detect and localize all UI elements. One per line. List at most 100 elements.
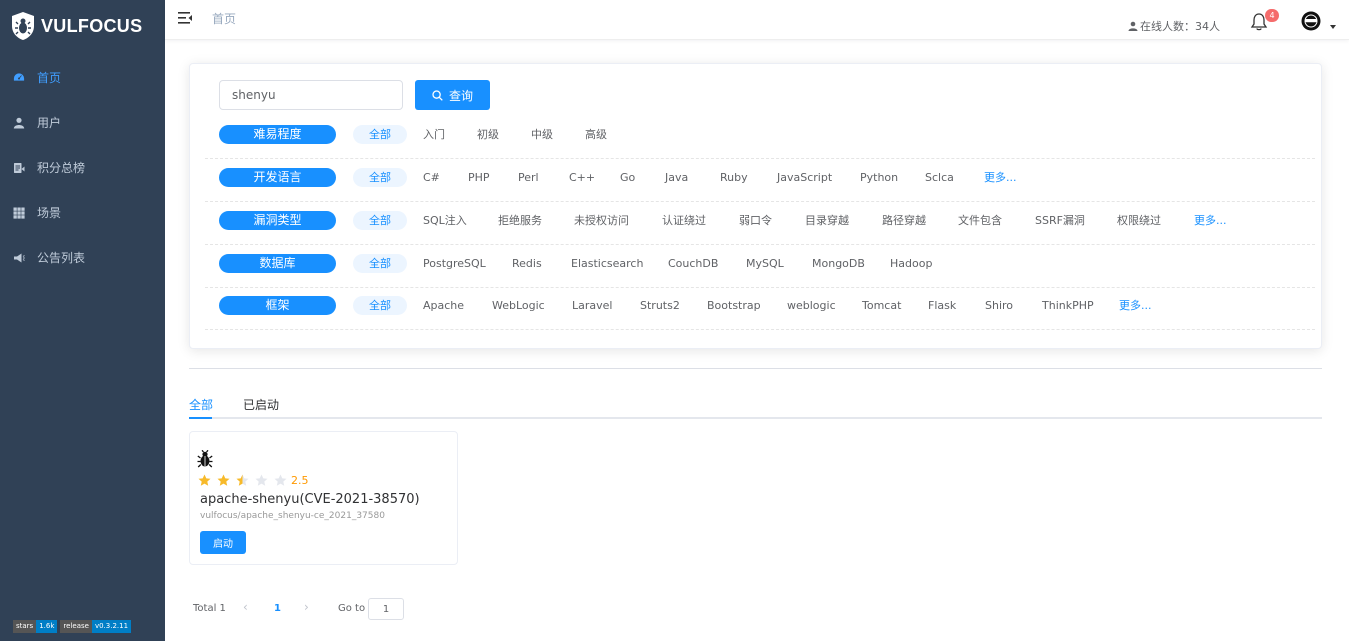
filter-option[interactable]: 认证绕过 <box>662 211 706 230</box>
chevron-right-icon[interactable]: › <box>304 600 309 614</box>
sidebar-item-1[interactable]: 用户 <box>0 100 165 145</box>
filter-option[interactable]: Laravel <box>572 296 612 315</box>
filter-option[interactable]: Python <box>860 168 898 187</box>
tab-started[interactable]: 已启动 <box>243 396 279 413</box>
sidebar-item-label: 积分总榜 <box>37 161 86 175</box>
filter-option[interactable]: CouchDB <box>668 254 718 273</box>
filter-option[interactable]: Bootstrap <box>707 296 761 315</box>
filter-option[interactable]: 入门 <box>423 125 445 144</box>
filter-option[interactable]: Hadoop <box>890 254 932 273</box>
filter-option[interactable]: JavaScript <box>777 168 832 187</box>
filter-option[interactable]: Ruby <box>720 168 748 187</box>
start-button[interactable]: 启动 <box>200 531 246 554</box>
ranking-icon <box>14 162 25 173</box>
filter-option[interactable]: Struts2 <box>640 296 680 315</box>
section-divider <box>189 368 1322 369</box>
filter-option[interactable]: Flask <box>928 296 956 315</box>
filter-option[interactable]: Java <box>665 168 688 187</box>
filter-option[interactable]: WebLogic <box>492 296 545 315</box>
filter-more-link[interactable]: 更多... <box>1194 211 1227 230</box>
search-button[interactable]: 查询 <box>415 80 490 110</box>
filter-option[interactable]: 弱口令 <box>739 211 772 230</box>
filter-option[interactable]: 初级 <box>477 125 499 144</box>
filter-option[interactable]: Redis <box>512 254 542 273</box>
filter-option[interactable]: C++ <box>569 168 595 187</box>
megaphone-icon <box>14 253 25 262</box>
filter-option[interactable]: 权限绕过 <box>1117 211 1161 230</box>
sidebar: VULFOCUS 首页用户积分总榜场景公告列表 stars 1.6k relea… <box>0 0 165 641</box>
filter-row: 数据库 全部 PostgreSQL Redis Elasticsearch CouchDB… <box>205 245 1315 288</box>
filter-option[interactable]: PHP <box>468 168 490 187</box>
filter-category-label: 数据库 <box>219 254 336 273</box>
goto-label: Go to <box>338 603 366 614</box>
search-input[interactable] <box>219 80 403 110</box>
badge-left: release <box>60 620 92 633</box>
filter-option-all[interactable]: 全部 <box>353 254 407 273</box>
notification-badge: 4 <box>1265 9 1279 22</box>
filter-option[interactable]: PostgreSQL <box>423 254 486 273</box>
caret-down-icon[interactable] <box>1330 25 1336 29</box>
chevron-left-icon[interactable]: ‹ <box>243 600 248 614</box>
filter-more-link[interactable]: 更多... <box>984 168 1017 187</box>
filter-more-link[interactable]: 更多... <box>1119 296 1152 315</box>
rating-stars: 2.5 <box>198 474 309 487</box>
filter-option[interactable]: 未授权访问 <box>574 211 629 230</box>
filter-option[interactable]: weblogic <box>787 296 836 315</box>
search-button-label: 查询 <box>448 88 473 103</box>
sidebar-item-label: 用户 <box>37 116 62 130</box>
avatar[interactable] <box>1301 11 1321 31</box>
goto-page-input[interactable] <box>368 598 404 620</box>
filter-option[interactable]: SQL注入 <box>423 211 467 230</box>
filter-option-all[interactable]: 全部 <box>353 296 407 315</box>
hamburger-icon[interactable] <box>178 11 192 25</box>
filter-option[interactable]: 目录穿越 <box>805 211 849 230</box>
filter-option[interactable]: Elasticsearch <box>571 254 643 273</box>
filter-option[interactable]: Perl <box>518 168 539 187</box>
active-tab-indicator <box>189 417 212 419</box>
sidebar-item-3[interactable]: 场景 <box>0 190 165 235</box>
filter-option[interactable]: 拒绝服务 <box>498 211 542 230</box>
online-count: 在线人数：34人 <box>1128 18 1220 34</box>
stars-badge[interactable]: stars 1.6k <box>13 620 58 633</box>
filter-option[interactable]: MongoDB <box>812 254 865 273</box>
filter-option[interactable]: 中级 <box>531 125 553 144</box>
filter-option[interactable]: Sclca <box>925 168 954 187</box>
filter-option[interactable]: Go <box>620 168 635 187</box>
filter-option[interactable]: 路径穿越 <box>882 211 926 230</box>
release-badge[interactable]: release v0.3.2.11 <box>60 620 132 633</box>
sidebar-item-4[interactable]: 公告列表 <box>0 235 165 280</box>
filter-option[interactable]: C# <box>423 168 440 187</box>
card-title: apache-shenyu(CVE-2021-38570) <box>200 492 420 507</box>
filter-option[interactable]: ThinkPHP <box>1042 296 1094 315</box>
filter-option[interactable]: 高级 <box>585 125 607 144</box>
sidebar-item-0[interactable]: 首页 <box>0 55 165 100</box>
filter-option[interactable]: SSRF漏洞 <box>1035 211 1085 230</box>
filter-option[interactable]: MySQL <box>746 254 784 273</box>
star-full-icon <box>217 474 230 486</box>
badge-right: 1.6k <box>36 620 58 633</box>
status-tabs: 全部 已启动 <box>189 389 1322 419</box>
app-title: VULFOCUS <box>41 15 143 36</box>
sidebar-item-label: 场景 <box>37 206 62 220</box>
filter-option-all[interactable]: 全部 <box>353 125 407 144</box>
filter-option-all[interactable]: 全部 <box>353 168 407 187</box>
badge-right: v0.3.2.11 <box>91 620 132 633</box>
filter-option[interactable]: Tomcat <box>862 296 901 315</box>
filter-option-all[interactable]: 全部 <box>353 211 407 230</box>
tab-all[interactable]: 全部 <box>189 396 213 413</box>
rating-value: 2.5 <box>291 474 309 487</box>
filter-option[interactable]: 文件包含 <box>958 211 1002 230</box>
star-full-icon <box>198 474 211 486</box>
logo[interactable]: VULFOCUS <box>0 0 165 52</box>
card-image-name: vulfocus/apache_shenyu-ce_2021_37580 <box>200 511 385 521</box>
sidebar-item-2[interactable]: 积分总榜 <box>0 145 165 190</box>
sidebar-menu: 首页用户积分总榜场景公告列表 <box>0 55 165 280</box>
vuln-card[interactable]: 2.5 apache-shenyu(CVE-2021-38570) vulfoc… <box>189 431 458 565</box>
breadcrumb[interactable]: 首页 <box>212 10 236 27</box>
filter-option[interactable]: Shiro <box>985 296 1013 315</box>
star-empty-icon <box>274 474 287 486</box>
page-number[interactable]: 1 <box>274 603 281 614</box>
filter-option[interactable]: Apache <box>423 296 464 315</box>
user-icon <box>1128 21 1138 31</box>
sidebar-item-label: 首页 <box>37 71 62 85</box>
